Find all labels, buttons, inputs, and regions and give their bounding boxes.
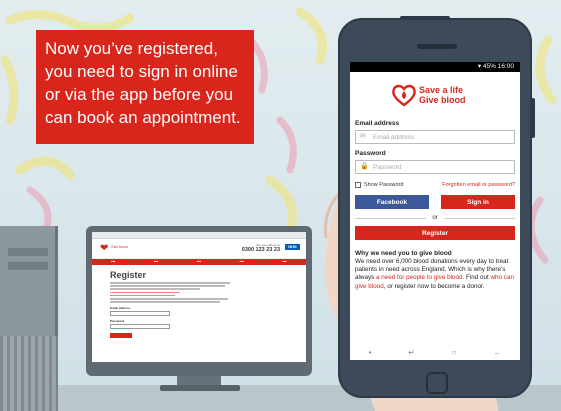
- password-label: Password: [355, 150, 386, 157]
- browser-chrome: [92, 232, 306, 239]
- text-line: [110, 291, 180, 294]
- password-placeholder: Password: [373, 163, 402, 171]
- why-text: . Find out: [462, 274, 491, 282]
- email-label: Email address: [355, 120, 400, 127]
- email-placeholder: Email address: [373, 133, 415, 141]
- signin-button[interactable]: Sign in: [441, 195, 515, 209]
- page-title: Register: [110, 270, 147, 280]
- lock-icon: 🔒: [360, 163, 369, 170]
- app-brand: Save a life Give blood: [350, 72, 520, 118]
- computer-tower: [0, 226, 58, 411]
- why-title: Why we need you to give blood: [355, 250, 452, 257]
- nav-item[interactable]: ■■■: [154, 261, 158, 263]
- heart-icon: ❤: [100, 243, 109, 254]
- or-text: or: [432, 215, 438, 221]
- divider-line: [355, 217, 427, 219]
- monitor-base: [160, 385, 240, 391]
- nhs-badge: NHS: [285, 244, 300, 250]
- phone-screen: ▾ 45% 16:00 Save a life Give blood Email…: [350, 62, 520, 360]
- or-divider: or: [355, 215, 515, 221]
- brand-text: Save a life Give blood: [419, 85, 466, 105]
- android-nav-bar: • ↵ ○ ←: [350, 344, 520, 360]
- envelope-icon: ✉: [360, 133, 366, 140]
- drive-bay: [8, 248, 48, 256]
- why-text: , or register now to become a donor.: [383, 282, 485, 290]
- password-field[interactable]: [110, 323, 170, 329]
- brand-line: Save a life: [419, 85, 464, 95]
- facebook-button[interactable]: Facebook: [355, 195, 429, 209]
- register-button[interactable]: [110, 332, 132, 338]
- need-link[interactable]: a need for people to give blood: [376, 274, 462, 281]
- drive-bay: [8, 262, 48, 270]
- site-logo-text: Give blood: [111, 245, 128, 249]
- desktop-monitor: ❤ Give blood You can call us on 0300 123…: [86, 226, 312, 376]
- email-field[interactable]: ✉ Email address: [355, 130, 515, 144]
- text-line: [110, 285, 225, 287]
- checkbox-box[interactable]: [355, 182, 361, 188]
- email-field[interactable]: [110, 310, 170, 316]
- callout-line: or via the app before you: [45, 85, 234, 104]
- show-password-label: Show Password: [364, 182, 404, 188]
- info-callout: Now you’ve registered, you need to sign …: [36, 30, 254, 144]
- hardware-home-button[interactable]: [426, 372, 448, 394]
- brand-line: Give blood: [419, 95, 466, 105]
- home-icon[interactable]: ○: [452, 348, 457, 357]
- tower-vent: [0, 336, 58, 411]
- register-page: Register Email address Password: [92, 265, 306, 341]
- callout-line: you need to sign in online: [45, 62, 238, 81]
- callout-line: Now you’ve registered,: [45, 39, 218, 58]
- text-line: [110, 282, 230, 284]
- nav-item[interactable]: ■■■: [197, 261, 201, 263]
- nav-item[interactable]: ■■■: [111, 261, 115, 263]
- email-label: Email address: [110, 305, 131, 310]
- power-button: [400, 16, 450, 20]
- volume-button: [531, 98, 535, 138]
- recent-apps-icon[interactable]: ↵: [408, 348, 415, 357]
- site-header: ❤ Give blood You can call us on 0300 123…: [92, 239, 306, 259]
- text-line: [110, 301, 220, 303]
- why-body: We need over 6,000 blood donations every…: [350, 257, 520, 291]
- show-password-checkbox[interactable]: Show Password: [355, 182, 403, 188]
- nav-item[interactable]: ■■■: [240, 261, 244, 263]
- desktop-screen: ❤ Give blood You can call us on 0300 123…: [92, 232, 306, 362]
- text-line: [110, 297, 228, 300]
- back-arrow-icon[interactable]: ←: [494, 348, 502, 357]
- register-button[interactable]: Register: [355, 226, 515, 240]
- phone-number: 0300 123 23 23: [241, 247, 280, 253]
- password-field[interactable]: 🔒 Password: [355, 160, 515, 174]
- password-options: Show Password Forgotten email or passwor…: [355, 182, 515, 188]
- forgot-password-link[interactable]: Forgotten email or password?: [442, 182, 515, 188]
- status-bar: ▾ 45% 16:00: [350, 62, 520, 72]
- password-label: Password: [110, 318, 125, 323]
- heart-icon: [392, 84, 416, 107]
- text-line: [110, 288, 200, 290]
- text-line: [110, 294, 175, 297]
- phone-speaker: [417, 44, 457, 49]
- illustration-scene: Now you’ve registered, you need to sign …: [0, 0, 561, 411]
- signin-buttons: Facebook Sign in: [355, 195, 515, 209]
- dot-icon: •: [368, 347, 372, 357]
- status-text: 45% 16:00: [482, 63, 514, 70]
- divider-line: [443, 217, 515, 219]
- nav-item[interactable]: ■■■: [283, 261, 287, 263]
- smartphone: ▾ 45% 16:00 Save a life Give blood Email…: [338, 16, 535, 398]
- callout-line: can book an appointment.: [45, 108, 241, 127]
